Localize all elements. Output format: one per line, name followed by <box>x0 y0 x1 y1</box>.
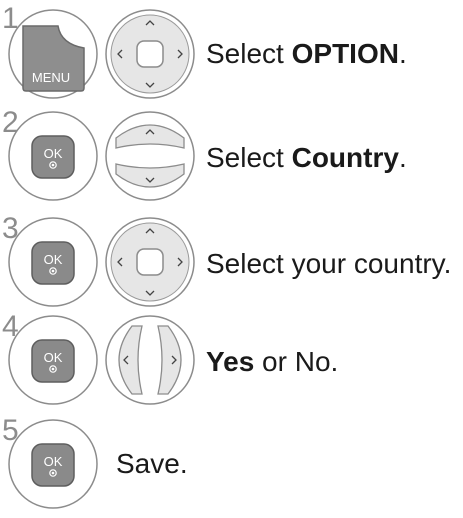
step-1: 1 MENU Select OPTION. <box>0 0 463 100</box>
step-3: 3 OK Select your country. <box>0 204 463 307</box>
step-4: 4 OK Yes or No. <box>0 310 463 410</box>
left-right-keys-icon <box>105 315 195 405</box>
ok-button-icon: OK <box>8 217 98 307</box>
ok-label: OK <box>44 454 63 469</box>
step-text: Select OPTION. <box>206 38 407 69</box>
navigation-pad-icon <box>105 217 195 307</box>
up-down-keys-icon <box>105 111 195 201</box>
ok-button-icon: OK <box>8 315 98 405</box>
step-5: 5 OK Save. <box>0 414 463 509</box>
menu-button-icon: MENU <box>8 9 98 99</box>
ok-label: OK <box>44 252 63 267</box>
ok-label: OK <box>44 146 63 161</box>
step-text: Select Country. <box>206 142 407 173</box>
menu-button-label: MENU <box>32 70 70 85</box>
step-2: 2 OK Select Country. <box>0 104 463 204</box>
step-text: Save. <box>116 448 188 479</box>
step-text: Yes or No. <box>206 346 339 377</box>
ok-button-icon: OK <box>8 419 98 509</box>
ok-button-icon: OK <box>8 111 98 201</box>
ok-label: OK <box>44 350 63 365</box>
navigation-pad-icon <box>105 9 195 99</box>
step-text: Select your country. <box>206 248 452 279</box>
